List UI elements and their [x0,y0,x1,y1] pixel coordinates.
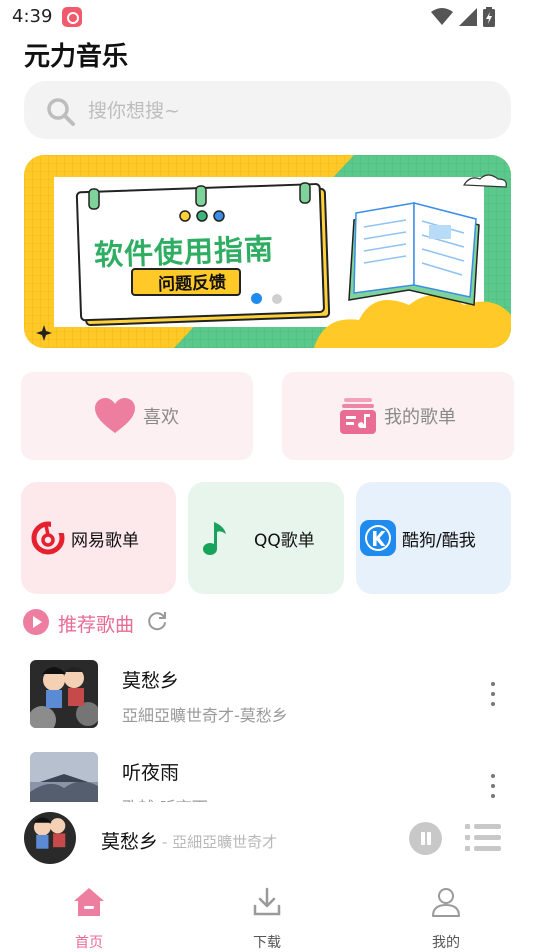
play-circle-icon [23,609,49,635]
song-row[interactable]: 莫愁乡 亞細亞曠世奇才-莫愁乡 [0,648,535,736]
now-playing-artist: - 亞細亞曠世奇才 [162,833,278,851]
song-row[interactable]: 听夜雨 孔越-听夜雨 [0,740,535,802]
song-subtitle: 亞細亞曠世奇才-莫愁乡 [122,706,288,725]
notification-icon [62,7,82,27]
song-list[interactable]: 莫愁乡 亞細亞曠世奇才-莫愁乡 听夜雨 孔越-听夜雨 [0,648,535,802]
my-playlists-card[interactable]: 我的歌单 [282,372,514,460]
favorites-label: 喜欢 [143,407,179,428]
search-icon [47,98,75,126]
carousel-dot[interactable] [272,294,282,304]
heart-icon [95,398,135,433]
netease-playlist-card[interactable]: 网易歌单 [21,482,176,594]
kugou-label: 酷狗/酷我 [402,530,476,551]
banner-title: 软件使用指南 [93,231,275,273]
more-icon[interactable] [486,770,500,800]
song-cover [30,752,98,802]
playlist-icon [340,398,376,434]
song-subtitle: 孔越-听夜雨 [122,794,208,802]
status-icons [431,7,495,27]
song-title: 莫愁乡 [122,670,180,692]
nav-mine-label: 我的 [432,935,460,951]
pause-button[interactable] [409,822,442,855]
signal-icon [459,8,477,26]
carousel-dot-active[interactable] [251,293,262,304]
download-icon [253,887,281,916]
my-playlists-label: 我的歌单 [384,407,456,428]
bottom-nav: 首页 下载 我的 [0,880,535,951]
song-title: 听夜雨 [122,762,180,784]
nav-download-label: 下载 [253,935,281,951]
home-icon [74,888,104,916]
search-input[interactable] [86,81,490,141]
now-playing-title: 莫愁乡 [101,831,159,853]
qq-music-icon [203,522,226,555]
user-icon [432,888,460,917]
nav-mine[interactable]: 我的 [386,880,506,951]
netease-icon [31,521,65,555]
wifi-icon [431,8,453,25]
refresh-icon[interactable] [146,610,168,632]
nav-download[interactable]: 下载 [207,880,327,951]
recommend-title: 推荐歌曲 [58,614,135,636]
netease-label: 网易歌单 [71,530,139,551]
kugou-playlist-card[interactable]: 酷狗/酷我 [356,482,511,594]
banner-carousel[interactable]: 软件使用指南 问题反馈 [24,155,511,348]
search-bar[interactable] [24,81,511,141]
qq-label: QQ歌单 [254,530,315,551]
banner-subtitle: 问题反馈 [157,272,227,296]
battery-icon [483,7,495,27]
now-playing-cover[interactable] [24,812,76,864]
app-title: 元力音乐 [24,42,129,72]
mini-player[interactable]: 莫愁乡 - 亞細亞曠世奇才 [0,806,535,872]
song-cover [30,660,98,728]
nav-home[interactable]: 首页 [29,880,149,951]
qq-playlist-card[interactable]: QQ歌单 [188,482,344,594]
status-time: 4:39 [12,6,53,27]
more-icon[interactable] [486,678,500,708]
favorites-card[interactable]: 喜欢 [21,372,253,460]
kugou-icon [360,520,396,556]
queue-icon[interactable] [465,823,501,853]
nav-home-label: 首页 [75,935,103,951]
